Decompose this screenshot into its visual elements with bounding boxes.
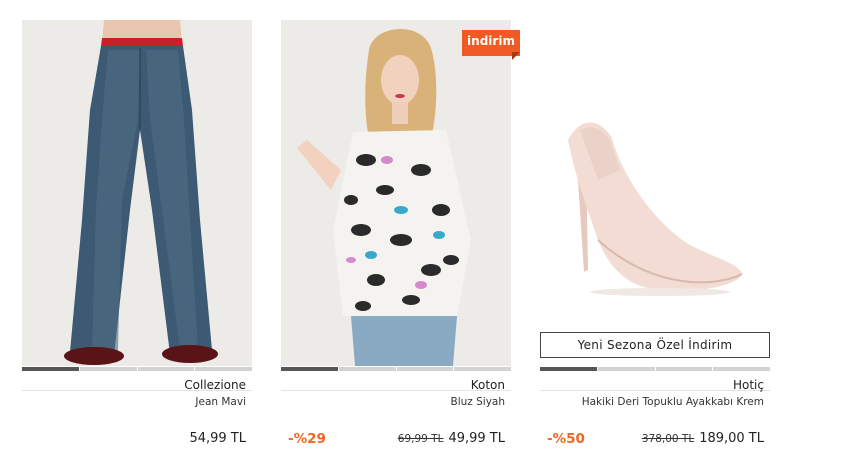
discount-label: -%29 bbox=[288, 431, 326, 447]
product-card[interactable]: Koton Bluz Siyah -%29 69,99 TL 49,99 TL bbox=[281, 20, 511, 451]
price-row: 54,99 TL bbox=[22, 431, 252, 451]
price-row: -%50 378,00 TL 189,00 TL bbox=[540, 431, 770, 451]
badge-fold bbox=[512, 52, 520, 60]
slider-separator bbox=[137, 367, 138, 371]
slider-separator bbox=[396, 367, 397, 371]
slider-active-segment bbox=[540, 367, 597, 371]
current-price: 189,00 TL bbox=[699, 431, 764, 446]
product-image-shoe[interactable] bbox=[540, 20, 770, 366]
brand-row: Hotiç bbox=[540, 371, 770, 392]
slider-separator bbox=[194, 367, 195, 371]
current-price: 49,99 TL bbox=[448, 431, 505, 446]
blouse-illustration bbox=[281, 20, 511, 366]
image-slider-tracker[interactable] bbox=[540, 367, 770, 371]
old-price: 69,99 TL bbox=[397, 433, 444, 445]
price-group: 378,00 TL 189,00 TL bbox=[642, 431, 764, 446]
product-brand[interactable]: Hotiç bbox=[733, 378, 764, 392]
product-name[interactable]: Jean Mavi bbox=[22, 396, 252, 410]
discount-label: -%50 bbox=[547, 431, 585, 447]
image-slider-tracker[interactable] bbox=[281, 367, 511, 371]
price-row: -%29 69,99 TL 49,99 TL bbox=[281, 431, 511, 451]
slider-separator bbox=[79, 367, 80, 371]
brand-row: Koton bbox=[281, 371, 511, 392]
heel-shoe-illustration bbox=[540, 20, 770, 366]
product-name[interactable]: Hakiki Deri Topuklu Ayakkabı Krem bbox=[540, 396, 770, 410]
slider-separator bbox=[655, 367, 656, 371]
product-image-jeans[interactable] bbox=[22, 20, 252, 366]
price-group: 54,99 TL bbox=[184, 431, 246, 446]
jeans-illustration bbox=[22, 20, 252, 366]
old-price: 378,00 TL bbox=[641, 433, 695, 445]
slider-separator bbox=[338, 367, 339, 371]
product-name[interactable]: Bluz Siyah bbox=[281, 396, 511, 410]
product-brand[interactable]: Collezione bbox=[184, 378, 246, 392]
promo-label-button[interactable]: Yeni Sezona Özel İndirim bbox=[540, 332, 770, 358]
price-group: 69,99 TL 49,99 TL bbox=[398, 431, 505, 446]
product-card[interactable]: Hotiç Hakiki Deri Topuklu Ayakkabı Krem … bbox=[540, 20, 770, 451]
product-image-blouse[interactable] bbox=[281, 20, 511, 366]
brand-row: Collezione bbox=[22, 371, 252, 392]
slider-separator bbox=[597, 367, 598, 371]
product-brand[interactable]: Koton bbox=[471, 378, 505, 392]
product-card[interactable]: Collezione Jean Mavi 54,99 TL bbox=[22, 20, 252, 451]
image-slider-tracker[interactable] bbox=[22, 367, 252, 371]
slider-separator bbox=[712, 367, 713, 371]
current-price: 54,99 TL bbox=[189, 431, 246, 446]
slider-active-segment bbox=[22, 367, 79, 371]
slider-separator bbox=[453, 367, 454, 371]
slider-active-segment bbox=[281, 367, 338, 371]
